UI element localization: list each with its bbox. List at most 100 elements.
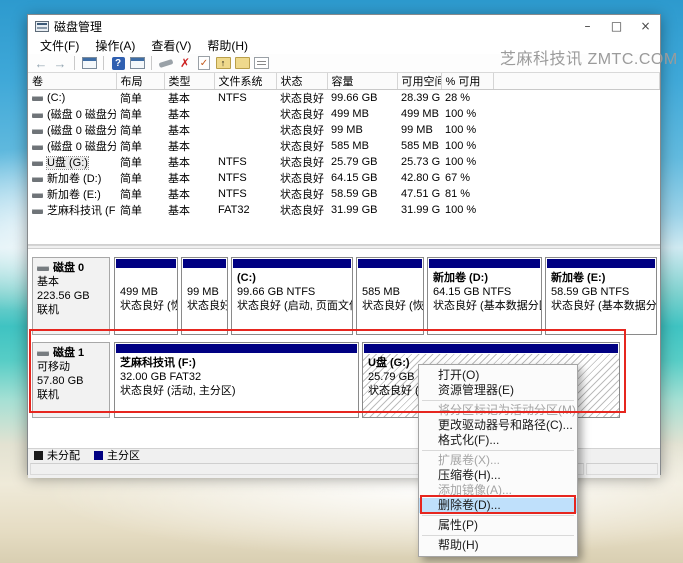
title-bar[interactable]: 磁盘管理 – □ × [28, 15, 660, 37]
volume-table-body: (C:)简单基本NTFS状态良好 (...99.66 GB28.39 GB28 … [28, 90, 660, 219]
cell-capacity: 31.99 GB [327, 202, 397, 218]
legend-item: 主分区 [94, 447, 140, 463]
volume-row[interactable]: U盘 (G:)简单基本NTFS状态良好 (...25.79 GB25.73 GB… [28, 154, 660, 170]
folder-up-icon[interactable]: ↑ [215, 56, 231, 71]
menu-操作(A)[interactable]: 操作(A) [87, 37, 143, 54]
partition-585MB[interactable]: 585 MB状态良好 (恢复 [356, 257, 424, 335]
volume-row[interactable]: 新加卷 (E:)简单基本NTFS状态良好 (...58.59 GB47.51 G… [28, 186, 660, 202]
cell-fs [214, 106, 276, 122]
volume-icon [32, 209, 43, 214]
cell-type: 基本 [164, 138, 214, 154]
cell-layout: 简单 [116, 106, 164, 122]
volume-row[interactable]: (磁盘 0 磁盘分区 2)简单基本状态良好 (...99 MB99 MB100 … [28, 122, 660, 138]
cell-free: 28.39 GB [397, 90, 441, 107]
properties-list-icon[interactable] [253, 56, 269, 71]
column-header[interactable]: 卷 [28, 73, 116, 90]
volume-row[interactable]: (C:)简单基本NTFS状态良好 (...99.66 GB28.39 GB28 … [28, 90, 660, 107]
volume-row[interactable]: 芝麻科技讯 (F:)简单基本FAT32状态良好 (...31.99 GB31.9… [28, 202, 660, 218]
disk-management-app-icon [35, 21, 49, 32]
cell-free: 31.99 GB [397, 202, 441, 218]
column-header[interactable]: 容量 [327, 73, 397, 90]
cell-status: 状态良好 (... [276, 90, 327, 107]
volume-table-header[interactable]: 卷布局类型文件系统状态容量可用空间% 可用 [28, 73, 660, 90]
cell-fs: NTFS [214, 154, 276, 170]
cell-status: 状态良好 (... [276, 202, 327, 218]
help-icon[interactable]: ? [110, 56, 126, 71]
context-menu-item-资源管理器E[interactable]: 资源管理器(E) [419, 383, 577, 398]
menu-separator [422, 535, 574, 536]
menu-文件(F)[interactable]: 文件(F) [32, 37, 87, 54]
folder-edit-icon[interactable] [234, 56, 250, 71]
cell-capacity: 499 MB [327, 106, 397, 122]
disk-0-label[interactable]: 磁盘 0 基本 223.56 GB 联机 [32, 257, 110, 335]
volume-name: 新加卷 (D:) [47, 173, 101, 185]
partition-新加卷(E:)[interactable]: 新加卷 (E:)58.59 GB NTFS状态良好 (基本数据分区) [545, 257, 657, 335]
context-menu-item-属性P[interactable]: 属性(P) [419, 518, 577, 533]
context-menu-item-帮助H[interactable]: 帮助(H) [419, 538, 577, 553]
partition-99MB[interactable]: 99 MB状态良好 ( [181, 257, 228, 335]
cell-pct: 100 % [441, 154, 493, 170]
show-console-icon[interactable] [129, 56, 145, 71]
primary-partition-strip [358, 259, 422, 268]
volume-name: 芝麻科技讯 (F:) [47, 205, 116, 217]
column-header[interactable]: 文件系统 [214, 73, 276, 90]
delete-icon[interactable]: ✗ [177, 56, 193, 71]
column-header[interactable]: 布局 [116, 73, 164, 90]
volume-row[interactable]: (磁盘 0 磁盘分区 5)简单基本状态良好 (...585 MB585 MB10… [28, 138, 660, 154]
watermark-text: 芝麻科技讯 ZMTC.COM [500, 45, 683, 69]
column-header[interactable]: 类型 [164, 73, 214, 90]
volume-row[interactable]: (磁盘 0 磁盘分区 1)简单基本状态良好 (...499 MB499 MB10… [28, 106, 660, 122]
cell-capacity: 64.15 GB [327, 170, 397, 186]
volume-icon [32, 193, 43, 198]
partition-(C:)[interactable]: (C:)99.66 GB NTFS状态良好 (启动, 页面文件, 故障 [231, 257, 353, 335]
disk-1-label[interactable]: 磁盘 1 可移动 57.80 GB 联机 [32, 342, 110, 418]
cell-layout: 简单 [116, 122, 164, 138]
separator [103, 56, 104, 70]
menu-帮助(H)[interactable]: 帮助(H) [199, 37, 256, 54]
cell-free: 42.80 GB [397, 170, 441, 186]
cell-layout: 简单 [116, 90, 164, 107]
disk-0-row: 磁盘 0 基本 223.56 GB 联机 499 MB状态良好 (恢复99 MB… [32, 257, 656, 335]
context-menu-item-打开O[interactable]: 打开(O) [419, 368, 577, 383]
menu-separator [422, 400, 574, 401]
volume-icon [32, 177, 43, 182]
back-arrow-icon[interactable]: ← [33, 56, 49, 71]
primary-partition-strip [547, 259, 655, 268]
legend-item: 未分配 [34, 447, 80, 463]
cell-layout: 简单 [116, 186, 164, 202]
minimize-button[interactable]: – [573, 15, 602, 37]
disk-0-partitions: 499 MB状态良好 (恢复99 MB状态良好 ((C:)99.66 GB NT… [114, 257, 657, 335]
volume-name: (磁盘 0 磁盘分区 2) [47, 125, 116, 137]
console-window-icon[interactable] [81, 56, 97, 71]
context-menu-item-删除卷D[interactable]: 删除卷(D)... [419, 498, 577, 513]
primary-partition-strip [116, 344, 357, 353]
column-header[interactable]: 状态 [276, 73, 327, 90]
context-menu-item-压缩卷H[interactable]: 压缩卷(H)... [419, 468, 577, 483]
menu-查看(V)[interactable]: 查看(V) [143, 37, 199, 54]
cell-fs: NTFS [214, 170, 276, 186]
maximize-button[interactable]: □ [602, 15, 631, 37]
volume-icon [32, 145, 43, 150]
cell-fs [214, 138, 276, 154]
column-header[interactable]: % 可用 [441, 73, 493, 90]
volume-list: 卷布局类型文件系统状态容量可用空间% 可用 (C:)简单基本NTFS状态良好 (… [28, 73, 660, 245]
volume-row[interactable]: 新加卷 (D:)简单基本NTFS状态良好 (...64.15 GB42.80 G… [28, 170, 660, 186]
partition-499MB[interactable]: 499 MB状态良好 (恢复 [114, 257, 178, 335]
check-document-icon[interactable]: ✓ [196, 56, 212, 71]
context-menu-item-更改驱动器号和路径C[interactable]: 更改驱动器号和路径(C)... [419, 418, 577, 433]
cell-pct: 81 % [441, 186, 493, 202]
window-controls: – □ × [573, 15, 660, 37]
cell-type: 基本 [164, 170, 214, 186]
partition-新加卷(D:)[interactable]: 新加卷 (D:)64.15 GB NTFS状态良好 (基本数据分区) [427, 257, 542, 335]
forward-arrow-icon[interactable]: → [52, 56, 68, 71]
close-button[interactable]: × [631, 15, 660, 37]
partition-芝麻科技讯(F:)[interactable]: 芝麻科技讯 (F:)32.00 GB FAT32状态良好 (活动, 主分区) [114, 342, 359, 418]
column-header[interactable]: 可用空间 [397, 73, 441, 90]
disk-icon [37, 351, 49, 356]
cell-type: 基本 [164, 186, 214, 202]
window-title: 磁盘管理 [54, 18, 102, 35]
cell-free: 47.51 GB [397, 186, 441, 202]
tool-icon[interactable] [158, 56, 174, 71]
cell-layout: 简单 [116, 202, 164, 218]
context-menu-item-格式化F[interactable]: 格式化(F)... [419, 433, 577, 448]
